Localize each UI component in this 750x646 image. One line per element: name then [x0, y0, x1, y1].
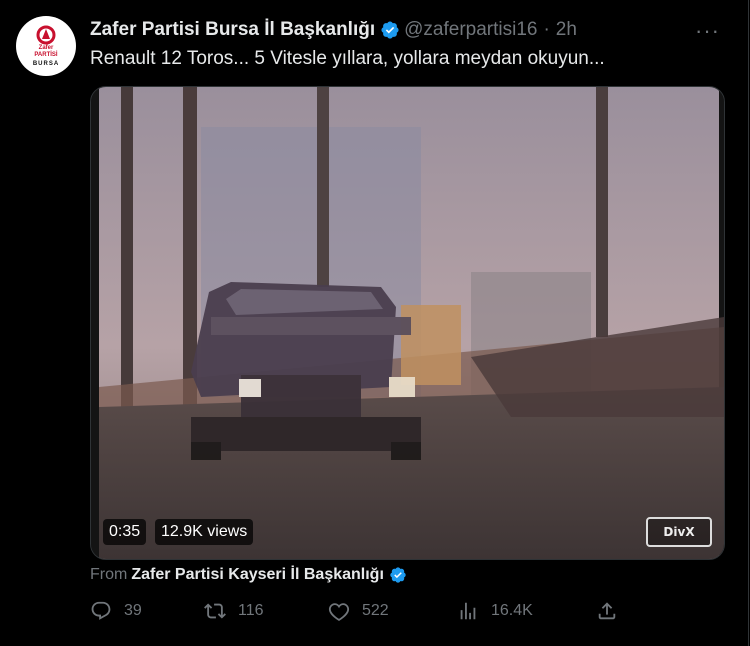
video-player[interactable]: 0:35 12.9K views DivX: [90, 86, 725, 560]
verified-badge-icon: [390, 567, 406, 583]
like-count: 522: [362, 602, 389, 619]
verified-badge-icon[interactable]: [380, 20, 400, 40]
car: [191, 282, 421, 460]
more-icon[interactable]: ···: [695, 18, 720, 44]
retweet-icon: [204, 603, 226, 619]
video-source: From Zafer Partisi Kayseri İl Başkanlığı: [90, 566, 411, 584]
video-views: 12.9K views: [155, 519, 254, 545]
reply-icon: [91, 601, 111, 620]
source-account[interactable]: Zafer Partisi Kayseri İl Başkanlığı: [131, 566, 384, 584]
views-icon: [460, 602, 476, 620]
logo-text-zafer: Zafer: [38, 45, 54, 51]
views-button[interactable]: 16.4K: [457, 600, 533, 622]
zafer-logo-icon: [36, 25, 56, 45]
like-button[interactable]: 522: [328, 600, 389, 622]
tweet-header: Zafer Partisi Bursa İl Başkanlığı @zafer…: [90, 18, 577, 42]
share-icon: [598, 602, 616, 620]
like-icon: [328, 603, 350, 622]
logo-text-partisi: PARTİSİ: [34, 52, 58, 58]
separator-dot: ·: [543, 19, 550, 40]
tweet-time[interactable]: 2h: [556, 19, 577, 41]
video-duration: 0:35: [103, 519, 147, 545]
reply-count: 39: [124, 602, 142, 619]
views-count: 16.4K: [491, 602, 533, 619]
tweet-text: Renault 12 Toros... 5 Vitesle yıllara, y…: [90, 48, 605, 69]
action-bar: 39 116 522 16.4K: [90, 600, 630, 628]
tweet[interactable]: Zafer PARTİSİ BURSA Zafer Partisi Bursa …: [0, 0, 749, 646]
reply-button[interactable]: 39: [90, 600, 142, 622]
author-handle[interactable]: @zaferpartisi16: [404, 19, 537, 41]
source-label: From: [90, 566, 128, 583]
share-button[interactable]: [596, 600, 618, 622]
retweet-count: 116: [238, 602, 264, 619]
video-frame: [91, 87, 724, 559]
divx-watermark: DivX: [646, 517, 712, 547]
retweet-button[interactable]: 116: [204, 600, 264, 622]
logo-text-bursa: BURSA: [32, 61, 60, 67]
author-name[interactable]: Zafer Partisi Bursa İl Başkanlığı: [90, 19, 375, 41]
avatar[interactable]: Zafer PARTİSİ BURSA: [16, 16, 76, 76]
